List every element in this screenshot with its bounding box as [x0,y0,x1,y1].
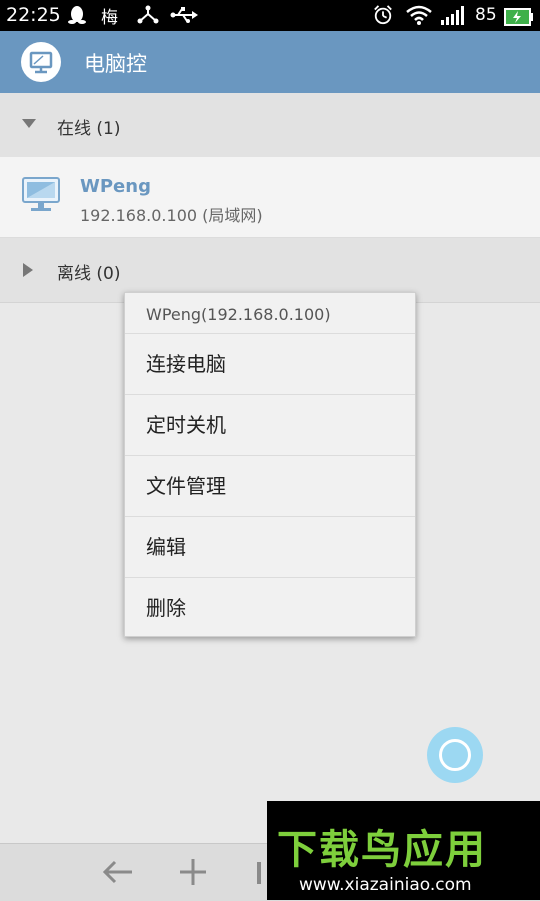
add-icon[interactable] [178,858,208,886]
menu-item-file-manager[interactable]: 文件管理 [125,456,415,517]
menu-item-connect[interactable]: 连接电脑 [125,334,415,395]
plum-icon: 梅 [101,8,118,28]
floating-action-button[interactable] [427,727,483,783]
device-name: WPeng [80,176,151,197]
collapse-triangle-icon [23,263,33,277]
circle-icon [439,739,471,771]
qq-icon [68,6,86,24]
context-menu: WPeng(192.168.0.100) 连接电脑 定时关机 文件管理 编辑 删… [124,292,416,637]
battery-percent: 85 [475,5,497,25]
context-menu-header: WPeng(192.168.0.100) [125,293,415,334]
menu-item-scheduled-shutdown[interactable]: 定时关机 [125,395,415,456]
watermark-logo: 下载鸟应用 www.xiazainiao.com [267,801,540,900]
group-online-label: 在线 (1) [57,119,121,139]
computer-monitor-icon [22,177,60,211]
app-bar: 电脑控 [0,31,540,93]
wifi-icon [406,5,432,25]
device-row[interactable]: WPeng 192.168.0.100 (局域网) [0,157,540,238]
signal-icon [441,6,464,25]
group-online[interactable]: 在线 (1) [0,93,540,158]
watermark-title: 下载鸟应用 [277,827,487,873]
usb-icon [170,7,198,23]
watermark-url: www.xiazainiao.com [299,875,472,895]
device-ip: 192.168.0.100 (局域网) [80,206,263,225]
menu-item-edit[interactable]: 编辑 [125,517,415,578]
battery-icon [504,8,533,26]
alarm-clock-icon [374,5,392,25]
expand-triangle-icon [22,119,36,128]
share-network-icon [137,5,159,24]
computer-monitor-icon [29,51,53,74]
app-title: 电脑控 [84,52,147,76]
menu-icon[interactable] [255,858,267,886]
menu-item-delete[interactable]: 删除 [125,578,415,638]
back-arrow-icon[interactable] [102,858,134,886]
group-offline-label: 离线 (0) [57,264,121,284]
app-logo[interactable] [21,42,61,82]
status-time: 22:25 [6,4,61,26]
status-bar: 22:25 梅 85 [0,0,540,31]
